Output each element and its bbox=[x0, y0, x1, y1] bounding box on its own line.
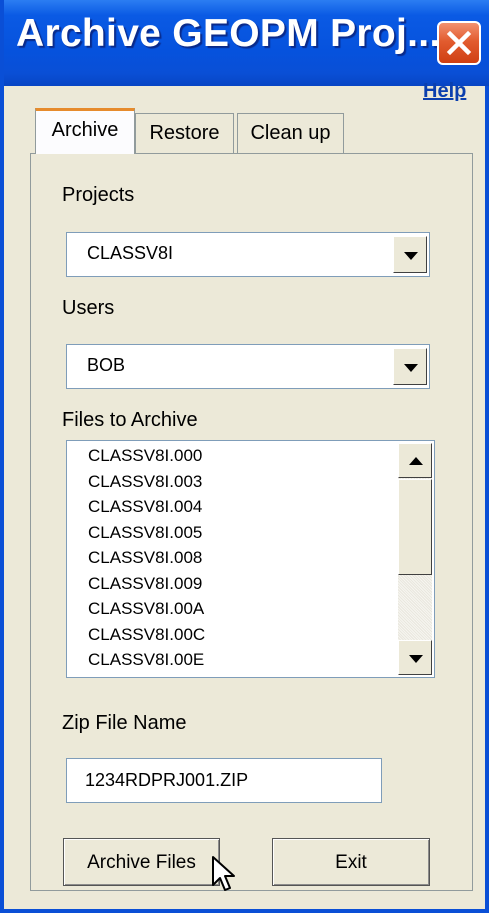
users-combo[interactable]: BOB bbox=[66, 344, 430, 389]
chevron-down-icon bbox=[404, 252, 418, 260]
files-label: Files to Archive bbox=[62, 409, 198, 431]
files-listbox[interactable]: CLASSV8I.000 CLASSV8I.003 CLASSV8I.004 C… bbox=[66, 440, 435, 678]
list-item[interactable]: CLASSV8I.00A bbox=[88, 599, 204, 619]
archive-files-button[interactable]: Archive Files bbox=[63, 838, 220, 886]
users-value: BOB bbox=[87, 355, 126, 375]
chevron-down-icon bbox=[409, 655, 423, 663]
list-item[interactable]: CLASSV8I.00E bbox=[88, 650, 204, 670]
projects-label: Projects bbox=[62, 184, 135, 206]
zip-file-input[interactable] bbox=[67, 759, 381, 802]
projects-combo[interactable]: CLASSV8I bbox=[66, 232, 430, 277]
list-item[interactable]: CLASSV8I.009 bbox=[88, 574, 202, 594]
exit-button[interactable]: Exit bbox=[272, 838, 430, 886]
scroll-down-button[interactable] bbox=[398, 640, 432, 675]
list-item[interactable]: CLASSV8I.00C bbox=[88, 625, 205, 645]
files-scrollbar[interactable] bbox=[398, 443, 432, 675]
chevron-down-icon bbox=[404, 364, 418, 372]
mouse-pointer-icon bbox=[212, 856, 235, 891]
projects-dropdown-button[interactable] bbox=[393, 236, 427, 273]
list-item[interactable]: CLASSV8I.005 bbox=[88, 523, 202, 543]
scroll-up-button[interactable] bbox=[398, 443, 432, 478]
chevron-up-icon bbox=[409, 457, 423, 465]
users-label: Users bbox=[62, 297, 115, 319]
list-item[interactable]: CLASSV8I.004 bbox=[88, 497, 202, 517]
scroll-thumb[interactable] bbox=[398, 479, 432, 575]
zip-file-field[interactable] bbox=[66, 758, 382, 803]
projects-value: CLASSV8I bbox=[87, 243, 174, 263]
list-item[interactable]: CLASSV8I.003 bbox=[88, 472, 202, 492]
zip-label: Zip File Name bbox=[62, 712, 187, 734]
list-item[interactable]: CLASSV8I.008 bbox=[88, 548, 202, 568]
users-dropdown-button[interactable] bbox=[393, 348, 427, 385]
list-item[interactable]: CLASSV8I.000 bbox=[88, 446, 202, 466]
